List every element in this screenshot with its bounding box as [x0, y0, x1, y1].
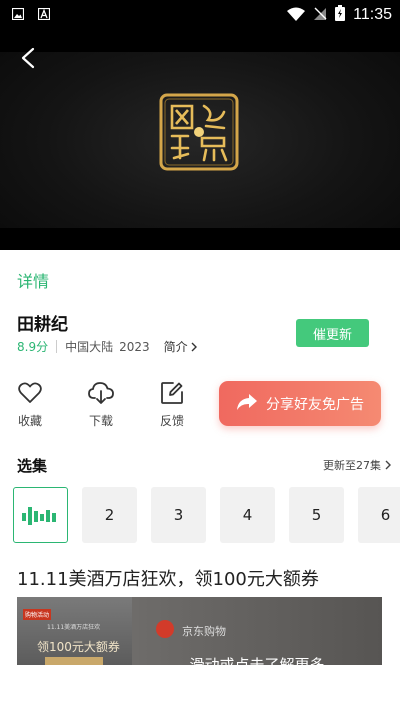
- chevron-right-icon: [191, 342, 197, 351]
- score: 8.9分: [17, 340, 49, 354]
- episode-item[interactable]: 2: [82, 487, 137, 543]
- ad-cta: 滑动或点击了解更多: [189, 656, 325, 665]
- show-title: 田耕纪: [17, 315, 68, 335]
- tab-details[interactable]: 详情: [17, 268, 49, 292]
- chevron-left-icon: [21, 47, 35, 69]
- episode-item[interactable]: 4: [220, 487, 275, 543]
- intro-label: 简介: [163, 340, 188, 354]
- photo-notification-icon: [12, 7, 24, 21]
- jd-logo-icon: [156, 620, 174, 638]
- ad-title[interactable]: 11.11美酒万店狂欢，领100元大额券: [17, 565, 319, 591]
- episode-item[interactable]: 5: [289, 487, 344, 543]
- show-meta: 8.9分 中国大陆 2023 简介: [17, 338, 198, 355]
- video-player[interactable]: [0, 30, 400, 250]
- download-label: 下载: [88, 414, 113, 428]
- ad-brand: 京东购物: [182, 625, 226, 638]
- video-letterbox-bottom: [0, 228, 400, 250]
- back-button[interactable]: [14, 44, 42, 72]
- region: 中国大陆: [65, 340, 114, 354]
- share-label: 分享好友免广告: [266, 396, 364, 413]
- chevron-right-icon: [385, 460, 391, 470]
- ad-coupon-bar: [45, 657, 103, 665]
- notification-icons: [12, 7, 50, 21]
- heart-icon: [17, 380, 43, 406]
- edit-icon: [159, 380, 185, 406]
- ad-coupon: 领100元大额券: [37, 640, 120, 654]
- favorite-label: 收藏: [17, 414, 42, 428]
- favorite-button[interactable]: 收藏: [7, 380, 53, 429]
- episode-item[interactable]: 3: [151, 487, 206, 543]
- urge-update-button[interactable]: 催更新: [296, 319, 369, 347]
- system-icons: 11:35: [287, 5, 392, 25]
- year: 2023: [119, 339, 150, 354]
- episodes-title: 选集: [17, 457, 48, 475]
- ad-banner[interactable]: 购物活动 11.11美酒万店狂欢 领100元大额券 京东购物 滑动或点击了解更多: [17, 597, 382, 665]
- feedback-label: 反馈: [159, 414, 184, 428]
- playing-equalizer-icon: [21, 507, 56, 525]
- share-arrow-icon: [236, 393, 258, 415]
- status-bar: 11:35: [0, 0, 400, 30]
- ad-tag: 购物活动: [23, 609, 52, 620]
- ad-poster: 购物活动 11.11美酒万店狂欢 领100元大额券: [17, 597, 132, 665]
- ad-panel: 京东购物 滑动或点击了解更多: [132, 597, 382, 665]
- cloud-download-icon: [88, 380, 114, 406]
- battery-icon: [335, 5, 346, 25]
- intro-link[interactable]: 简介: [164, 338, 198, 355]
- wifi-icon: [287, 6, 306, 25]
- share-friends-button[interactable]: 分享好友免广告: [219, 381, 381, 426]
- episodes-update-link[interactable]: 更新至27集: [323, 457, 392, 473]
- screen: 11:35 详情 田耕纪 8.9分 中国大陆 2023 简介 催更新 收藏 下载…: [0, 0, 400, 710]
- episode-item-1-playing[interactable]: [13, 487, 68, 543]
- text-notification-icon: [38, 7, 50, 21]
- episode-list: 2 3 4 5 6: [13, 487, 400, 543]
- ad-subtitle: 11.11美酒万店狂欢: [47, 624, 101, 631]
- episodes-update-label: 更新至27集: [323, 459, 381, 472]
- gold-seal-logo: [158, 92, 240, 172]
- clock: 11:35: [353, 6, 392, 23]
- meta-divider: [56, 340, 58, 353]
- feedback-button[interactable]: 反馈: [149, 380, 195, 429]
- no-signal-icon: [313, 6, 327, 25]
- video-letterbox-top: [0, 30, 400, 52]
- download-button[interactable]: 下载: [78, 380, 124, 429]
- episode-item[interactable]: 6: [358, 487, 400, 543]
